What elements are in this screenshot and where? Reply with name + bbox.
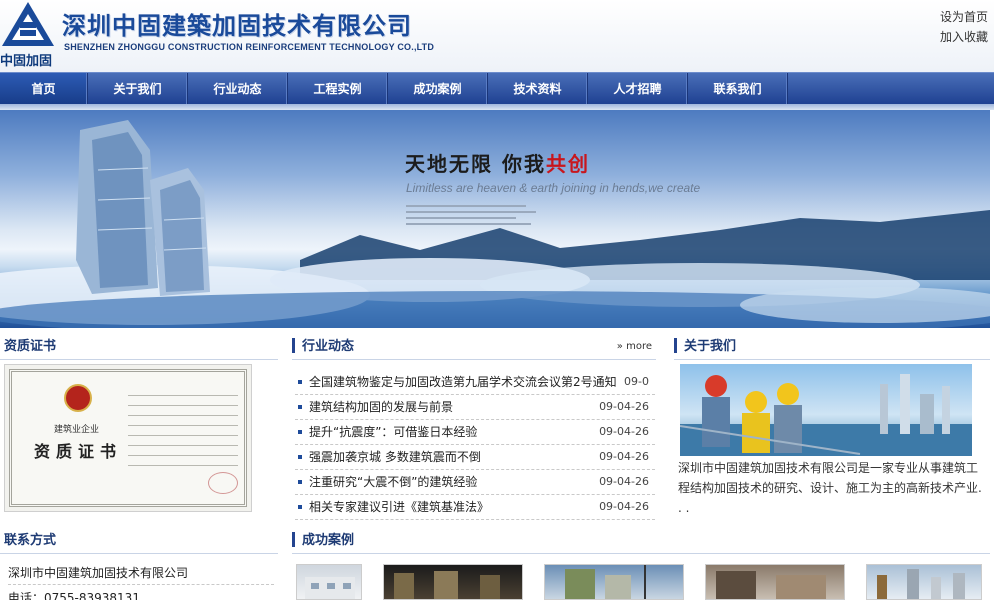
news-item[interactable]: 注重研究“大震不倒”的建筑经验 09-04-26	[295, 470, 655, 495]
news-item[interactable]: 强震加袭京城 多数建筑震而不倒 09-04-26	[295, 445, 655, 470]
news-more-link[interactable]: » more	[617, 334, 652, 360]
logo-text: 中固加固	[0, 54, 53, 69]
cert-section-title: 资质证书	[0, 334, 278, 360]
title-bar-icon	[292, 338, 295, 353]
cert-subtitle: 建筑业企业	[54, 425, 100, 435]
nav-item-tech-docs[interactable]: 技术资料	[488, 73, 588, 105]
national-emblem-icon	[64, 384, 92, 412]
news-section-title: 行业动态 » more	[292, 334, 656, 360]
cert-title: 资质证书	[34, 442, 123, 461]
contact-section-title: 联系方式	[0, 528, 278, 554]
main-nav: 首页 关于我们 行业动态 工程实例 成功案例 技术资料 人才招聘 联系我们	[0, 72, 994, 105]
set-homepage-link[interactable]: 设为首页	[940, 8, 988, 25]
news-item[interactable]: 全国建筑物鉴定与加固改造第九届学术交流会议第2号通知 09-0	[295, 370, 655, 395]
nav-item-careers[interactable]: 人才招聘	[588, 73, 688, 105]
about-description: 深圳市中固建筑加固技术有限公司是一家专业从事建筑工程结构加固技术的研究、设计、施…	[678, 461, 982, 515]
add-favorite-link[interactable]: 加入收藏	[940, 28, 988, 45]
contact-company: 深圳市中固建筑加固技术有限公司	[8, 561, 274, 585]
banner-illustration	[0, 120, 990, 328]
case-thumbnail[interactable]	[866, 564, 982, 600]
company-name-cn: 深圳中固建築加固技术有限公司	[62, 12, 412, 40]
news-item[interactable]: 相关专家建议引进《建筑基准法》 09-04-26	[295, 495, 655, 520]
banner-slogan: 天地无限 你我共创	[405, 152, 590, 176]
news-item[interactable]: 提升“抗震度”：可借鉴日本经验 09-04-26	[295, 420, 655, 445]
certificate-image[interactable]: 建筑业企业 资质证书	[4, 364, 252, 512]
news-list: 全国建筑物鉴定与加固改造第九届学术交流会议第2号通知 09-0 建筑结构加固的发展…	[295, 370, 655, 520]
about-photo[interactable]	[680, 364, 972, 456]
company-name-en: SHENZHEN ZHONGGU CONSTRUCTION REINFORCEM…	[64, 42, 435, 52]
cases-section-title: 成功案例	[292, 528, 990, 554]
contact-phone: 电话：0755-83938131	[8, 591, 140, 600]
cert-text-lines	[128, 386, 238, 466]
nav-item-industry-news[interactable]: 行业动态	[188, 73, 288, 105]
workers-factory-illustration	[680, 374, 972, 456]
hero-banner: 天地无限 你我共创 Limitless are heaven & earth j…	[0, 110, 990, 328]
title-bar-icon	[674, 338, 677, 353]
nav-item-about[interactable]: 关于我们	[88, 73, 188, 105]
title-bar-icon	[292, 532, 295, 547]
nav-item-home[interactable]: 首页	[0, 73, 88, 105]
nav-item-projects[interactable]: 工程实例	[288, 73, 388, 105]
site-header: 中固加固 深圳中固建築加固技术有限公司 SHENZHEN ZHONGGU CON…	[0, 0, 994, 72]
nav-item-success-cases[interactable]: 成功案例	[388, 73, 488, 105]
case-thumbnail[interactable]	[544, 564, 684, 600]
seal-stamp-icon	[208, 472, 238, 494]
news-item[interactable]: 建筑结构加固的发展与前景 09-04-26	[295, 395, 655, 420]
case-thumbnail[interactable]	[383, 564, 523, 600]
case-thumbnail[interactable]	[296, 564, 362, 600]
banner-slogan-en: Limitless are heaven & earth joining in …	[406, 181, 701, 195]
case-thumbnail[interactable]	[705, 564, 845, 600]
about-section-title: 关于我们	[674, 334, 990, 360]
nav-item-contact[interactable]: 联系我们	[688, 73, 788, 105]
